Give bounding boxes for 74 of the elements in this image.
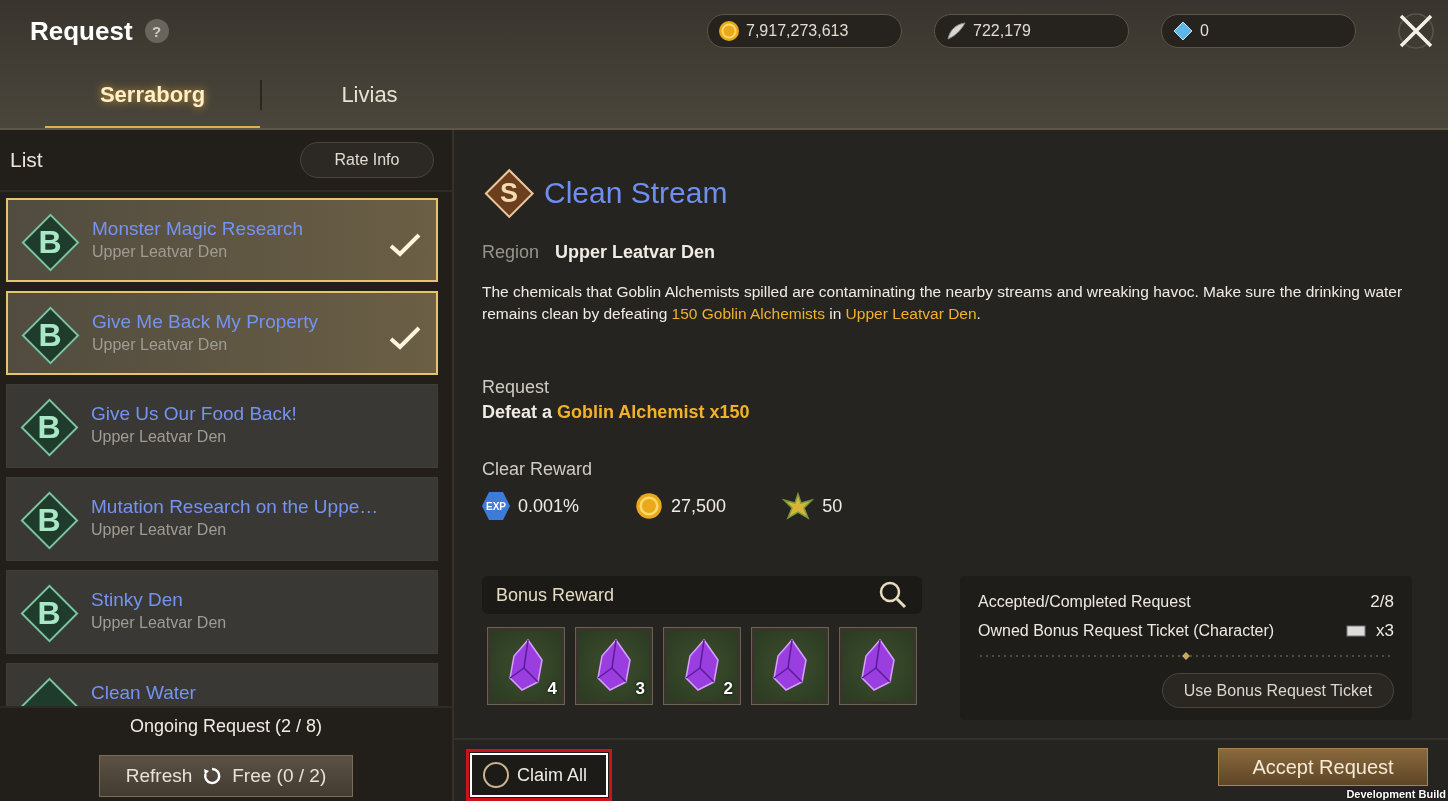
grade-letter: B (38, 223, 62, 261)
request-title: Clean Water (91, 682, 197, 704)
grade-letter: B (37, 594, 61, 632)
help-button[interactable]: ? (144, 19, 169, 43)
request-list-item[interactable]: Clean Water (6, 663, 438, 706)
region-label: Region (482, 242, 540, 263)
rate-info-button[interactable]: Rate Info (300, 142, 434, 178)
check-icon (388, 325, 422, 351)
clear-reward-label: Clear Reward (482, 459, 594, 480)
accept-request-button[interactable]: Accept Request (1218, 748, 1428, 786)
request-list-item[interactable]: B Stinky Den Upper Leatvar Den (6, 570, 438, 654)
window-title: Request (30, 15, 133, 47)
reward-item-slot[interactable] (840, 628, 916, 704)
request-label: Request (482, 377, 551, 398)
use-ticket-button[interactable]: Use Bonus Request Ticket (1162, 673, 1394, 708)
item-count: 2 (723, 679, 733, 699)
region-tab[interactable]: Serraborg (45, 62, 260, 128)
radio-button[interactable] (483, 762, 509, 788)
request-list-item[interactable]: B Monster Magic Research Upper Leatvar Den (6, 198, 438, 282)
grade-letter: B (37, 501, 61, 539)
build-label: Development Build (1346, 788, 1446, 801)
refresh-button[interactable]: Refresh Free (0 / 2) (99, 755, 353, 797)
claim-all-toggle[interactable]: Claim All (466, 749, 612, 801)
reward-item-slot[interactable]: 2 (664, 628, 740, 704)
region-tab[interactable]: Livias (262, 62, 477, 128)
coin-icon (635, 492, 664, 520)
search-button[interactable] (878, 580, 908, 610)
request-list-item[interactable]: B Give Us Our Food Back! Upper Leatvar Den (6, 384, 438, 468)
request-title: Clean Stream (544, 176, 728, 210)
request-region: Upper Leatvar Den (92, 336, 229, 354)
reward-item-slot[interactable] (752, 628, 828, 704)
stat-value: x3 (1376, 621, 1394, 642)
stat-label: Owned Bonus Request Ticket (Character) (978, 622, 1276, 641)
check-icon (388, 232, 422, 258)
request-list-item[interactable]: B Give Me Back My Property Upper Leatvar Den (6, 291, 438, 375)
request-title: Give Me Back My Property (92, 311, 319, 333)
request-title: Monster Magic Research (92, 218, 305, 240)
currency-amount: 0 (1200, 22, 1209, 40)
request-objective: Defeat a Goblin Alchemist x150 (482, 402, 751, 423)
request-title: Stinky Den (91, 589, 184, 611)
request-title: Give Us Our Food Back! (91, 403, 298, 425)
reward-value: 0.001% (518, 495, 580, 517)
reward-value: 50 (822, 495, 843, 517)
reward-value: 27,500 (671, 495, 727, 517)
ongoing-request-count: Ongoing Request (2 / 8) (129, 716, 323, 737)
region-value: Upper Leatvar Den (555, 242, 716, 263)
request-title: Mutation Research on the Uppe… (91, 496, 380, 518)
request-description: The chemicals that Goblin Alchemists spilled are contaminating the nearby streams and wreaking havoc. Make sure the drinking water remains clean by defeating 150 Goblin Alchemists in Upper Leatvar Den. (482, 282, 1404, 324)
stat-value: 2/8 (1370, 592, 1394, 613)
feather-icon (945, 20, 967, 42)
list-title: List (10, 148, 43, 172)
request-region: Upper Leatvar Den (91, 428, 228, 446)
close-button[interactable] (1396, 11, 1436, 51)
item-count: 4 (547, 679, 557, 699)
exp-badge: EXP (482, 492, 510, 520)
reward-item-slot[interactable]: 4 (488, 628, 564, 704)
reward-item-slot[interactable]: 3 (576, 628, 652, 704)
gem-icon (1172, 20, 1194, 42)
request-region: Upper Leatvar Den (91, 614, 228, 632)
currency-amount: 722,179 (973, 22, 1031, 40)
grade-letter: B (37, 408, 61, 446)
stat-label: Accepted/Completed Request (978, 593, 1192, 612)
grade-letter: B (38, 316, 62, 354)
grade-letter: S (500, 177, 518, 209)
request-region: Upper Leatvar Den (92, 243, 229, 261)
bonus-reward-label: Bonus Reward (496, 584, 615, 606)
request-list-item[interactable]: B Mutation Research on the Uppe… Upper Leatvar Den (6, 477, 438, 561)
ticket-icon (1346, 624, 1367, 639)
coin-icon (718, 20, 740, 42)
star-emblem-icon (782, 492, 815, 520)
refresh-icon (202, 766, 223, 786)
item-count: 3 (635, 679, 645, 699)
request-region: Upper Leatvar Den (91, 521, 228, 539)
currency-amount: 7,917,273,613 (746, 22, 849, 40)
